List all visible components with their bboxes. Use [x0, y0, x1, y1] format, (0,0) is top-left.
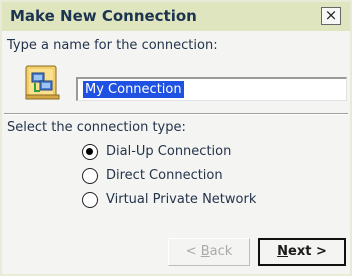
connection-type-label: Select the connection type:: [7, 120, 186, 135]
connection-name-input[interactable]: My Connection: [76, 77, 347, 101]
back-label-prefix: <: [185, 244, 201, 259]
back-label-rest: ack: [209, 244, 233, 259]
radio-button-selected[interactable]: [82, 144, 98, 160]
radio-button[interactable]: [82, 192, 98, 208]
radio-button[interactable]: [82, 168, 98, 184]
radio-label-vpn[interactable]: Virtual Private Network: [106, 192, 256, 207]
section-divider: [4, 113, 348, 115]
radio-label-direct[interactable]: Direct Connection: [106, 168, 223, 183]
back-button[interactable]: < Back: [168, 238, 250, 266]
next-button[interactable]: Next >: [258, 238, 346, 266]
close-icon: ×: [324, 6, 338, 24]
make-new-connection-dialog: Make New Connection × Type a name for th…: [0, 0, 352, 276]
window-title: Make New Connection: [10, 7, 197, 25]
connection-name-value: My Connection: [83, 81, 184, 98]
radio-label-dial-up[interactable]: Dial-Up Connection: [106, 144, 231, 159]
next-label-rest: ext >: [288, 244, 327, 259]
connection-name-prompt: Type a name for the connection:: [7, 38, 218, 53]
back-label-mnemonic: B: [200, 244, 210, 259]
close-button[interactable]: ×: [321, 7, 341, 25]
next-label-mnemonic: N: [277, 244, 289, 259]
network-connection-icon: [25, 65, 61, 100]
radio-dot-icon: [86, 148, 93, 155]
title-bar[interactable]: Make New Connection ×: [2, 2, 350, 31]
